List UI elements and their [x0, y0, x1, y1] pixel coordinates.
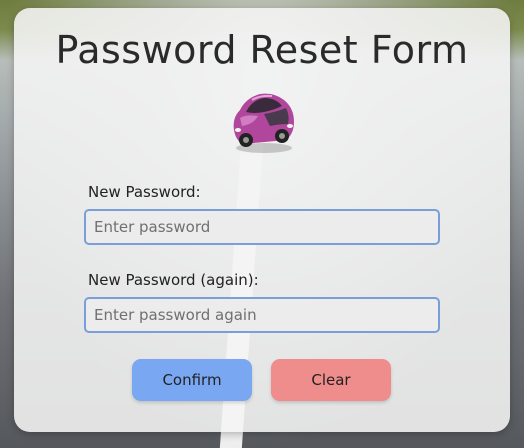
confirm-password-input[interactable] [84, 297, 440, 333]
clear-button[interactable]: Clear [271, 359, 391, 401]
new-password-label: New Password: [88, 183, 201, 201]
form-title: Password Reset Form [55, 28, 469, 72]
new-password-input[interactable] [84, 209, 440, 245]
confirm-button[interactable]: Confirm [132, 359, 252, 401]
confirm-password-label: New Password (again): [88, 271, 259, 289]
car-icon [233, 93, 294, 153]
